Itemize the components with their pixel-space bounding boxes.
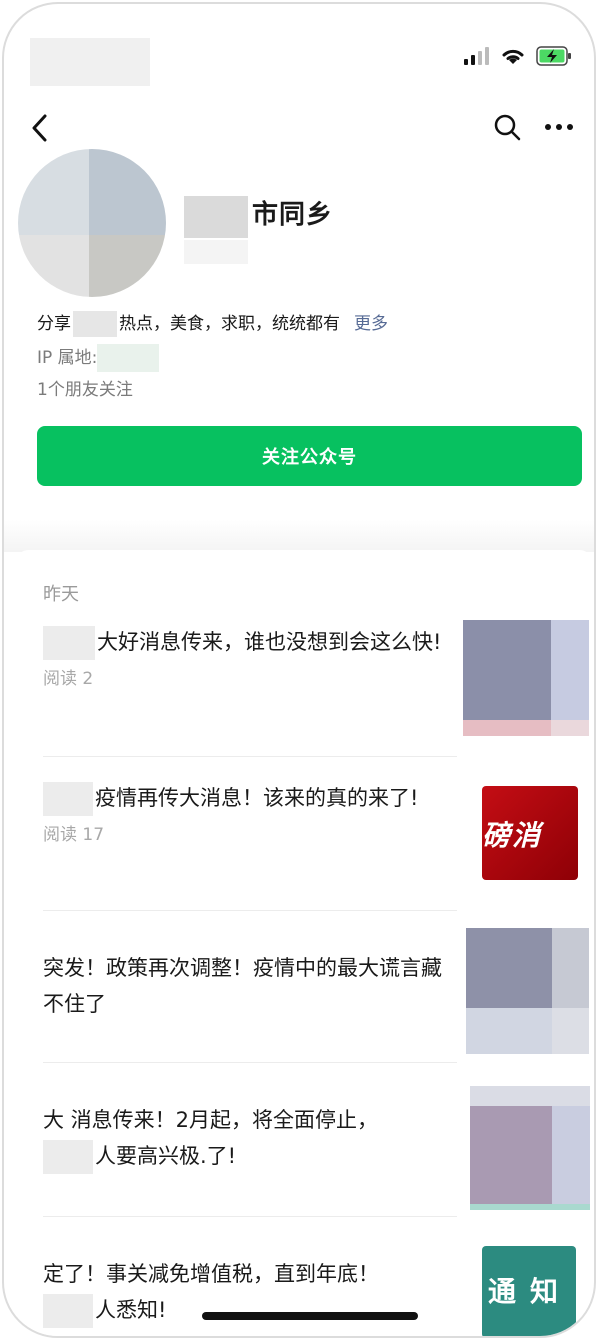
- section-date: 昨天: [43, 584, 79, 605]
- article-item[interactable]: 大 消息传来！2月起，将全面停止， 人要高兴极.了!: [43, 1102, 457, 1174]
- article-thumbnail[interactable]: 磅消: [482, 786, 578, 880]
- title-redacted: [43, 626, 95, 660]
- article-title-line-1: 定了！事关减免增值税，直到年底！: [43, 1262, 379, 1286]
- article-item[interactable]: 突发！政策再次调整！疫情中的最大谎言藏不住了: [43, 950, 457, 1022]
- phone-frame: 市同乡 分享 热点，美食，求职，统统都有 更多 IP 属地: 1个朋友关注 关注公众…: [2, 2, 596, 1338]
- search-icon[interactable]: [492, 112, 522, 142]
- signal-icon: [464, 47, 489, 65]
- account-description: 分享 热点，美食，求职，统统都有 更多: [37, 310, 388, 338]
- status-bar: [4, 4, 594, 94]
- desc-text-2: 热点，美食，求职，统统都有: [119, 314, 340, 334]
- section-divider: [4, 520, 594, 552]
- article-thumbnail[interactable]: [463, 620, 589, 736]
- article-title: 突发！政策再次调整！疫情中的最大谎言藏不住了: [43, 956, 442, 1016]
- article-reads: 阅读 17: [43, 825, 105, 845]
- thumbnail-text: 通知: [488, 1275, 573, 1308]
- article-title: 疫情再传大消息！该来的真的来了!: [43, 780, 457, 816]
- divider: [43, 1062, 457, 1063]
- desc-text-1: 分享: [37, 314, 71, 334]
- article-thumbnail[interactable]: [466, 928, 589, 1054]
- status-time-redacted: [30, 38, 150, 86]
- wifi-icon: [502, 49, 524, 64]
- status-icons: [464, 46, 572, 66]
- title-redacted: [43, 782, 93, 816]
- friends-following[interactable]: 1个朋友关注: [37, 376, 133, 404]
- article-thumbnail[interactable]: [470, 1086, 590, 1210]
- article-item[interactable]: 疫情再传大消息！该来的真的来了! 阅读 17: [43, 780, 457, 845]
- chevron-left-icon[interactable]: [26, 112, 54, 144]
- name-redacted-2: [184, 240, 248, 264]
- home-indicator[interactable]: [202, 1312, 418, 1320]
- divider: [43, 756, 457, 757]
- divider: [43, 1216, 457, 1217]
- avatar[interactable]: [18, 149, 166, 297]
- name-redacted: [184, 196, 248, 238]
- article-thumbnail[interactable]: 通知: [482, 1246, 576, 1336]
- article-title-line-2: 人悉知!: [43, 1292, 457, 1328]
- article-title: 大好消息传来，谁也没想到会这么快!: [43, 624, 457, 660]
- article-item[interactable]: 大好消息传来，谁也没想到会这么快! 阅读 2: [43, 624, 457, 689]
- ip-location: IP 属地:: [37, 344, 160, 372]
- battery-charging-icon: [536, 46, 571, 66]
- nav-bar: [4, 104, 594, 152]
- article-reads: 阅读 2: [43, 669, 94, 689]
- desc-redacted: [73, 311, 117, 337]
- follow-button[interactable]: 关注公众号: [37, 426, 582, 486]
- divider: [43, 910, 457, 911]
- article-title-line-2: 人要高兴极.了!: [43, 1138, 457, 1174]
- title-redacted: [43, 1140, 93, 1174]
- ip-redacted: [97, 344, 160, 372]
- thumbnail-text: 磅消: [482, 819, 543, 852]
- article-title-line-1: 大 消息传来！2月起，将全面停止，: [43, 1108, 379, 1132]
- more-horizontal-icon[interactable]: [542, 112, 576, 142]
- title-redacted: [43, 1294, 93, 1328]
- more-link[interactable]: 更多: [354, 314, 388, 334]
- ip-label: IP 属地:: [37, 348, 98, 368]
- account-name: 市同乡: [252, 200, 334, 230]
